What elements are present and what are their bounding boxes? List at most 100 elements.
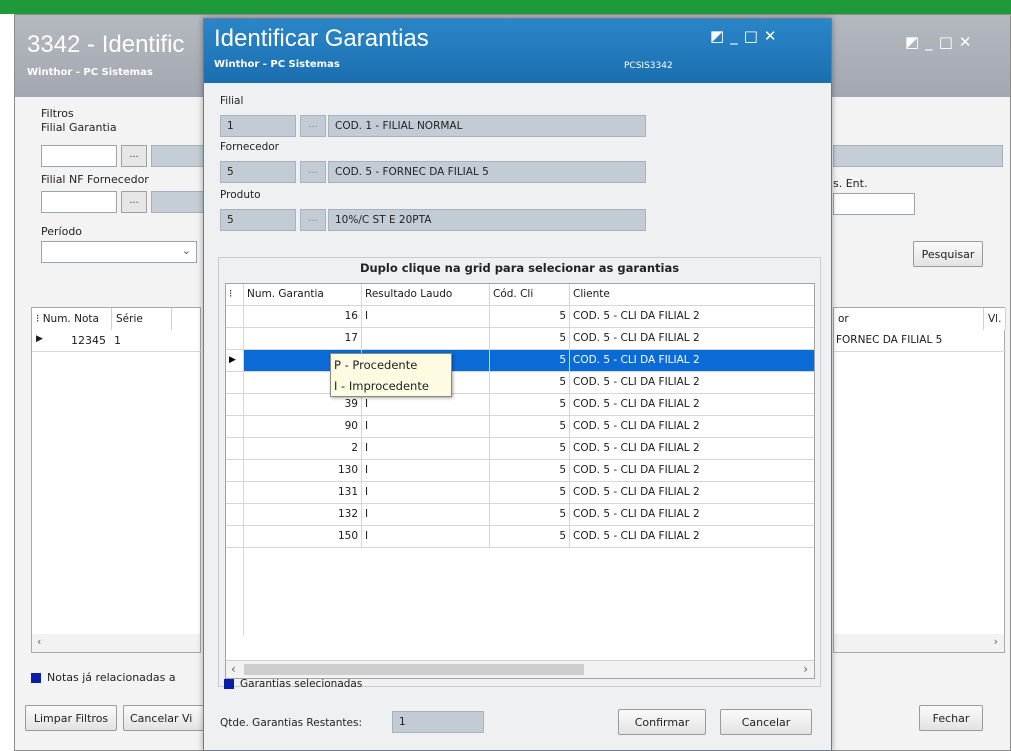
cell-cliente[interactable]: COD. 5 - CLI DA FILIAL 2 (570, 394, 814, 416)
row-indicator[interactable] (226, 482, 244, 504)
cell-num-garantia[interactable]: 2 (244, 438, 362, 460)
col-header-num-garantia[interactable]: Num. Garantia (244, 284, 362, 306)
periodo-select[interactable]: ⌄ (41, 241, 197, 263)
cell-cliente[interactable]: COD. 5 - CLI DA FILIAL 2 (570, 438, 814, 460)
row-indicator[interactable] (226, 438, 244, 460)
table-row[interactable]: 39 I 5 COD. 5 - CLI DA FILIAL 2 (226, 394, 814, 416)
row-indicator[interactable] (226, 306, 244, 328)
cell-resultado-laudo[interactable]: I (362, 416, 490, 438)
filial-garantia-input[interactable] (41, 145, 117, 167)
col-header-vl[interactable]: Vl. (984, 308, 1006, 330)
filial-nf-search-button[interactable]: ... (121, 191, 147, 213)
garantias-grid[interactable]: ⁝ Num. Garantia Resultado Laudo Cód. Cli… (225, 283, 815, 679)
row-indicator[interactable]: ▶ (226, 350, 244, 372)
table-row[interactable]: 16 I 5 COD. 5 - CLI DA FILIAL 2 (226, 306, 814, 328)
cell-cliente[interactable]: COD. 5 - CLI DA FILIAL 2 (570, 416, 814, 438)
cell-cod-cli[interactable]: 5 (490, 526, 570, 548)
row-indicator[interactable] (226, 328, 244, 350)
cell-cliente[interactable]: COD. 5 - CLI DA FILIAL 2 (570, 350, 814, 372)
scroll-right-icon[interactable]: › (803, 662, 808, 676)
table-row[interactable]: 90 I 5 COD. 5 - CLI DA FILIAL 2 (226, 416, 814, 438)
restore-icon[interactable]: ◩ (905, 33, 925, 51)
cell-cod-cli[interactable]: 5 (490, 394, 570, 416)
cell-resultado-laudo[interactable]: I (362, 306, 490, 328)
cell-cliente[interactable]: COD. 5 - CLI DA FILIAL 2 (570, 306, 814, 328)
cell-resultado-laudo[interactable]: I (362, 504, 490, 526)
background-window-controls[interactable]: ◩_□✕ (905, 33, 977, 51)
cell-cod-cli[interactable]: 5 (490, 460, 570, 482)
cell-num-garantia[interactable]: 130 (244, 460, 362, 482)
col-header-cod-cli[interactable]: Cód. Cli (490, 284, 570, 306)
table-row[interactable]: ▶185COD. 5 - CLI DA FILIAL 2 (226, 350, 814, 372)
restore-icon[interactable]: ◩ (710, 27, 730, 45)
cell-resultado-laudo[interactable]: I (362, 460, 490, 482)
cell-cliente[interactable]: COD. 5 - CLI DA FILIAL 2 (570, 526, 814, 548)
confirmar-button[interactable]: Confirmar (618, 709, 706, 735)
row-indicator[interactable] (226, 372, 244, 394)
col-header-num-nota[interactable]: ⁝ Num. Nota (32, 308, 112, 330)
maximize-icon[interactable]: □ (939, 33, 959, 51)
cell-num-garantia[interactable]: 17 (244, 328, 362, 350)
table-row[interactable]: 17 5 COD. 5 - CLI DA FILIAL 2 (226, 328, 814, 350)
minimize-icon[interactable]: _ (925, 33, 939, 51)
minimize-icon[interactable]: _ (730, 27, 744, 45)
notas-hscroll-right[interactable]: › (834, 634, 1004, 652)
row-indicator[interactable] (226, 416, 244, 438)
col-header-cliente[interactable]: Cliente (570, 284, 814, 306)
table-row[interactable]: 150 I 5 COD. 5 - CLI DA FILIAL 2 (226, 526, 814, 548)
close-icon[interactable]: ✕ (959, 33, 978, 51)
cell-num-garantia[interactable]: 90 (244, 416, 362, 438)
row-indicator[interactable] (226, 526, 244, 548)
cell-resultado-laudo[interactable]: I (362, 482, 490, 504)
notas-hscroll[interactable]: ‹ (32, 634, 200, 652)
cancelar-button[interactable]: Cancelar (720, 709, 812, 735)
cell-cliente[interactable]: COD. 5 - CLI DA FILIAL 2 (570, 372, 814, 394)
grid-hscroll[interactable]: ‹ › (226, 660, 814, 678)
table-row[interactable]: 2 I 5 COD. 5 - CLI DA FILIAL 2 (226, 438, 814, 460)
dropdown-option-procedente[interactable]: P - Procedente (331, 355, 451, 375)
table-row[interactable]: 19I5COD. 5 - CLI DA FILIAL 2 (226, 372, 814, 394)
cell-num-garantia[interactable]: 39 (244, 394, 362, 416)
cell-resultado-laudo[interactable] (362, 328, 490, 350)
dialog-window-controls[interactable]: ◩_□✕ (710, 27, 782, 45)
notas-grid[interactable]: ⁝ Num. Nota Série ▶ 12345 1 ‹ (31, 307, 202, 653)
maximize-icon[interactable]: □ (744, 27, 764, 45)
cell-cliente[interactable]: COD. 5 - CLI DA FILIAL 2 (570, 504, 814, 526)
scroll-thumb[interactable] (244, 664, 584, 675)
cell-cliente[interactable]: COD. 5 - CLI DA FILIAL 2 (570, 460, 814, 482)
notas-grid-right[interactable]: or Vl. FORNEC DA FILIAL 5 › (833, 307, 1006, 653)
fechar-button[interactable]: Fechar (919, 705, 983, 731)
cell-cliente[interactable]: COD. 5 - CLI DA FILIAL 2 (570, 328, 814, 350)
cell-num-garantia[interactable]: 150 (244, 526, 362, 548)
cell-resultado-laudo[interactable]: I (362, 526, 490, 548)
col-header-serie[interactable]: Série (112, 308, 172, 330)
table-row[interactable]: 130 I 5 COD. 5 - CLI DA FILIAL 2 (226, 460, 814, 482)
cell-cod-cli[interactable]: 5 (490, 372, 570, 394)
row-indicator[interactable] (226, 504, 244, 526)
pesquisar-button[interactable]: Pesquisar (913, 241, 983, 267)
table-row[interactable]: 132 I 5 COD. 5 - CLI DA FILIAL 2 (226, 504, 814, 526)
table-row[interactable]: FORNEC DA FILIAL 5 (834, 330, 1006, 352)
row-indicator[interactable] (226, 460, 244, 482)
scroll-right-icon[interactable]: › (994, 635, 998, 648)
cell-cod-cli[interactable]: 5 (490, 504, 570, 526)
scroll-left-icon[interactable]: ‹ (231, 662, 236, 676)
cell-num-garantia[interactable]: 16 (244, 306, 362, 328)
table-row[interactable]: 131 I 5 COD. 5 - CLI DA FILIAL 2 (226, 482, 814, 504)
scroll-left-icon[interactable]: ‹ (37, 635, 41, 648)
row-indicator[interactable] (226, 394, 244, 416)
filial-garantia-search-button[interactable]: ... (121, 145, 147, 167)
cell-cliente[interactable]: COD. 5 - CLI DA FILIAL 2 (570, 482, 814, 504)
col-header-fornecedor[interactable]: or (834, 308, 984, 330)
cell-cod-cli[interactable]: 5 (490, 416, 570, 438)
cell-cod-cli[interactable]: 5 (490, 306, 570, 328)
cell-resultado-laudo[interactable]: I (362, 438, 490, 460)
cell-num-garantia[interactable]: 131 (244, 482, 362, 504)
cell-cod-cli[interactable]: 5 (490, 482, 570, 504)
dt-ent-input[interactable] (833, 193, 915, 215)
dropdown-option-improcedente[interactable]: I - Improcedente (331, 376, 451, 396)
col-header-resultado-laudo[interactable]: Resultado Laudo (362, 284, 490, 306)
table-row[interactable]: ▶ 12345 1 (32, 330, 202, 352)
filial-nf-input[interactable] (41, 191, 117, 213)
cell-resultado-laudo[interactable]: I (362, 394, 490, 416)
